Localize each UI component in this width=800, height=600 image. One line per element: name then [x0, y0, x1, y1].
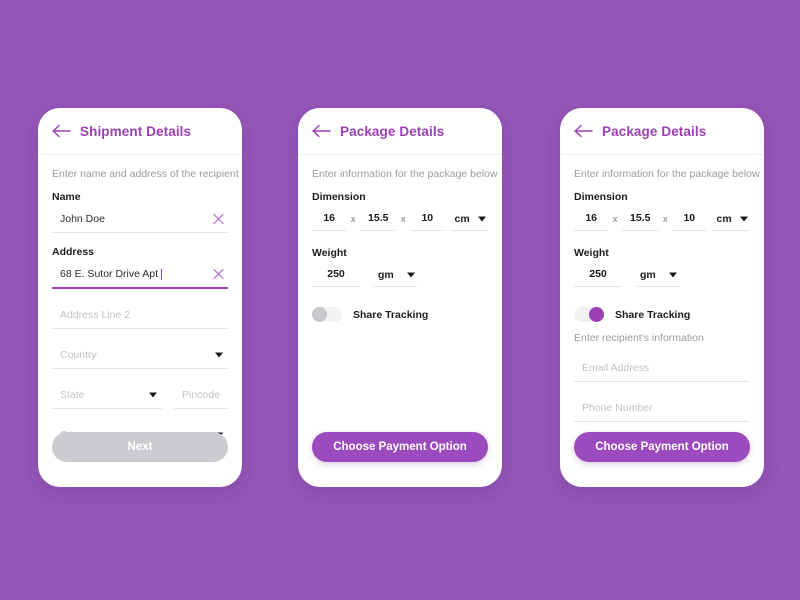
form-subtitle: Enter name and address of the recipient	[52, 168, 239, 180]
dimension-height-input[interactable]: 10	[410, 206, 445, 231]
address-label: Address	[52, 246, 95, 258]
weight-unit-select[interactable]: gm	[635, 263, 679, 287]
package-details-card: Package Details Enter information for th…	[298, 108, 502, 487]
dimension-separator: x	[662, 214, 668, 224]
dimension-row: 16 x 15.5 x 10 cm	[574, 206, 751, 231]
dimension-separator: x	[350, 214, 356, 224]
form-subtitle: Enter information for the package below	[312, 168, 498, 180]
pincode-field[interactable]: Pincode	[174, 382, 228, 409]
email-placeholder: Email Address	[582, 362, 650, 374]
share-tracking-toggle[interactable]	[574, 307, 604, 322]
close-icon[interactable]	[213, 268, 224, 280]
name-label: Name	[52, 191, 81, 203]
state-select[interactable]: State	[52, 382, 162, 409]
email-field[interactable]: Email Address	[574, 355, 750, 382]
card-body: Enter name and address of the recipient …	[38, 155, 242, 487]
choose-payment-option-button[interactable]: Choose Payment Option	[312, 432, 488, 462]
weight-unit-select[interactable]: gm	[373, 263, 417, 287]
dimension-width-input[interactable]: 15.5	[621, 206, 659, 231]
phone-field[interactable]: Phone Number	[574, 395, 750, 422]
share-tracking-label: Share Tracking	[353, 308, 429, 321]
dimension-label: Dimension	[574, 191, 628, 203]
address-value: 68 E. Sutor Drive Apt	[60, 268, 159, 280]
dimension-unit-select[interactable]: cm	[450, 207, 489, 231]
card-header: Package Details	[560, 108, 764, 155]
state-pincode-row: State Pincode	[52, 382, 228, 422]
dimension-height-input[interactable]: 10	[672, 206, 707, 231]
share-tracking-toggle[interactable]	[312, 307, 342, 322]
toggle-knob	[589, 307, 604, 322]
form-subtitle: Enter information for the package below	[574, 168, 760, 180]
share-tracking-label: Share Tracking	[615, 308, 691, 321]
dimension-label: Dimension	[312, 191, 366, 203]
shipment-details-card: Shipment Details Enter name and address …	[38, 108, 242, 487]
arrow-left-icon[interactable]	[52, 124, 71, 138]
country-placeholder: Country	[60, 349, 97, 361]
chevron-down-icon	[407, 272, 415, 277]
screen-canvas: Shipment Details Enter name and address …	[0, 0, 800, 600]
card-body: Enter information for the package below …	[298, 155, 502, 487]
address-line-2-field[interactable]: Address Line 2	[52, 302, 228, 329]
dimension-separator: x	[612, 214, 618, 224]
address-line-2-placeholder: Address Line 2	[60, 309, 131, 321]
chevron-down-icon	[669, 272, 677, 277]
share-tracking-row: Share Tracking	[574, 307, 750, 322]
toggle-knob	[312, 307, 327, 322]
package-details-expanded-card: Package Details Enter information for th…	[560, 108, 764, 487]
chevron-down-icon	[740, 216, 749, 221]
next-button[interactable]: Next	[52, 432, 228, 462]
chevron-down-icon	[149, 392, 157, 398]
text-cursor	[161, 268, 163, 280]
page-title: Package Details	[340, 123, 445, 139]
weight-label: Weight	[312, 247, 347, 259]
weight-row: 250 gm	[312, 262, 488, 287]
page-title: Shipment Details	[80, 123, 192, 139]
dimension-unit-value: cm	[454, 212, 470, 225]
dimension-width-input[interactable]: 15.5	[359, 206, 397, 231]
arrow-left-icon[interactable]	[574, 124, 593, 138]
chevron-down-icon	[478, 216, 487, 221]
state-placeholder: State	[60, 389, 85, 401]
address-field[interactable]: 68 E. Sutor Drive Apt	[52, 261, 228, 289]
name-value: John Doe	[60, 213, 105, 225]
chevron-down-icon	[215, 352, 223, 358]
arrow-left-icon[interactable]	[312, 124, 331, 138]
weight-input[interactable]: 250	[574, 262, 622, 287]
recipient-subtitle: Enter recipient's information	[574, 332, 704, 344]
dimension-row: 16 x 15.5 x 10 cm	[312, 206, 489, 231]
name-field[interactable]: John Doe	[52, 206, 228, 233]
pincode-placeholder: Pincode	[182, 389, 220, 401]
dimension-unit-select[interactable]: cm	[712, 207, 751, 231]
weight-unit-value: gm	[640, 268, 656, 281]
weight-unit-value: gm	[378, 268, 394, 281]
dimension-length-input[interactable]: 16	[312, 206, 347, 231]
close-icon[interactable]	[213, 213, 224, 225]
card-body: Enter information for the package below …	[560, 155, 764, 487]
weight-input[interactable]: 250	[312, 262, 360, 287]
dimension-unit-value: cm	[716, 212, 732, 225]
dimension-separator: x	[400, 214, 406, 224]
share-tracking-row: Share Tracking	[312, 307, 488, 322]
page-title: Package Details	[602, 123, 707, 139]
weight-row: 250 gm	[574, 262, 750, 287]
choose-payment-option-button[interactable]: Choose Payment Option	[574, 432, 750, 462]
phone-placeholder: Phone Number	[582, 402, 653, 414]
card-header: Shipment Details	[38, 108, 242, 155]
card-header: Package Details	[298, 108, 502, 155]
weight-label: Weight	[574, 247, 609, 259]
country-select[interactable]: Country	[52, 342, 228, 369]
dimension-length-input[interactable]: 16	[574, 206, 609, 231]
